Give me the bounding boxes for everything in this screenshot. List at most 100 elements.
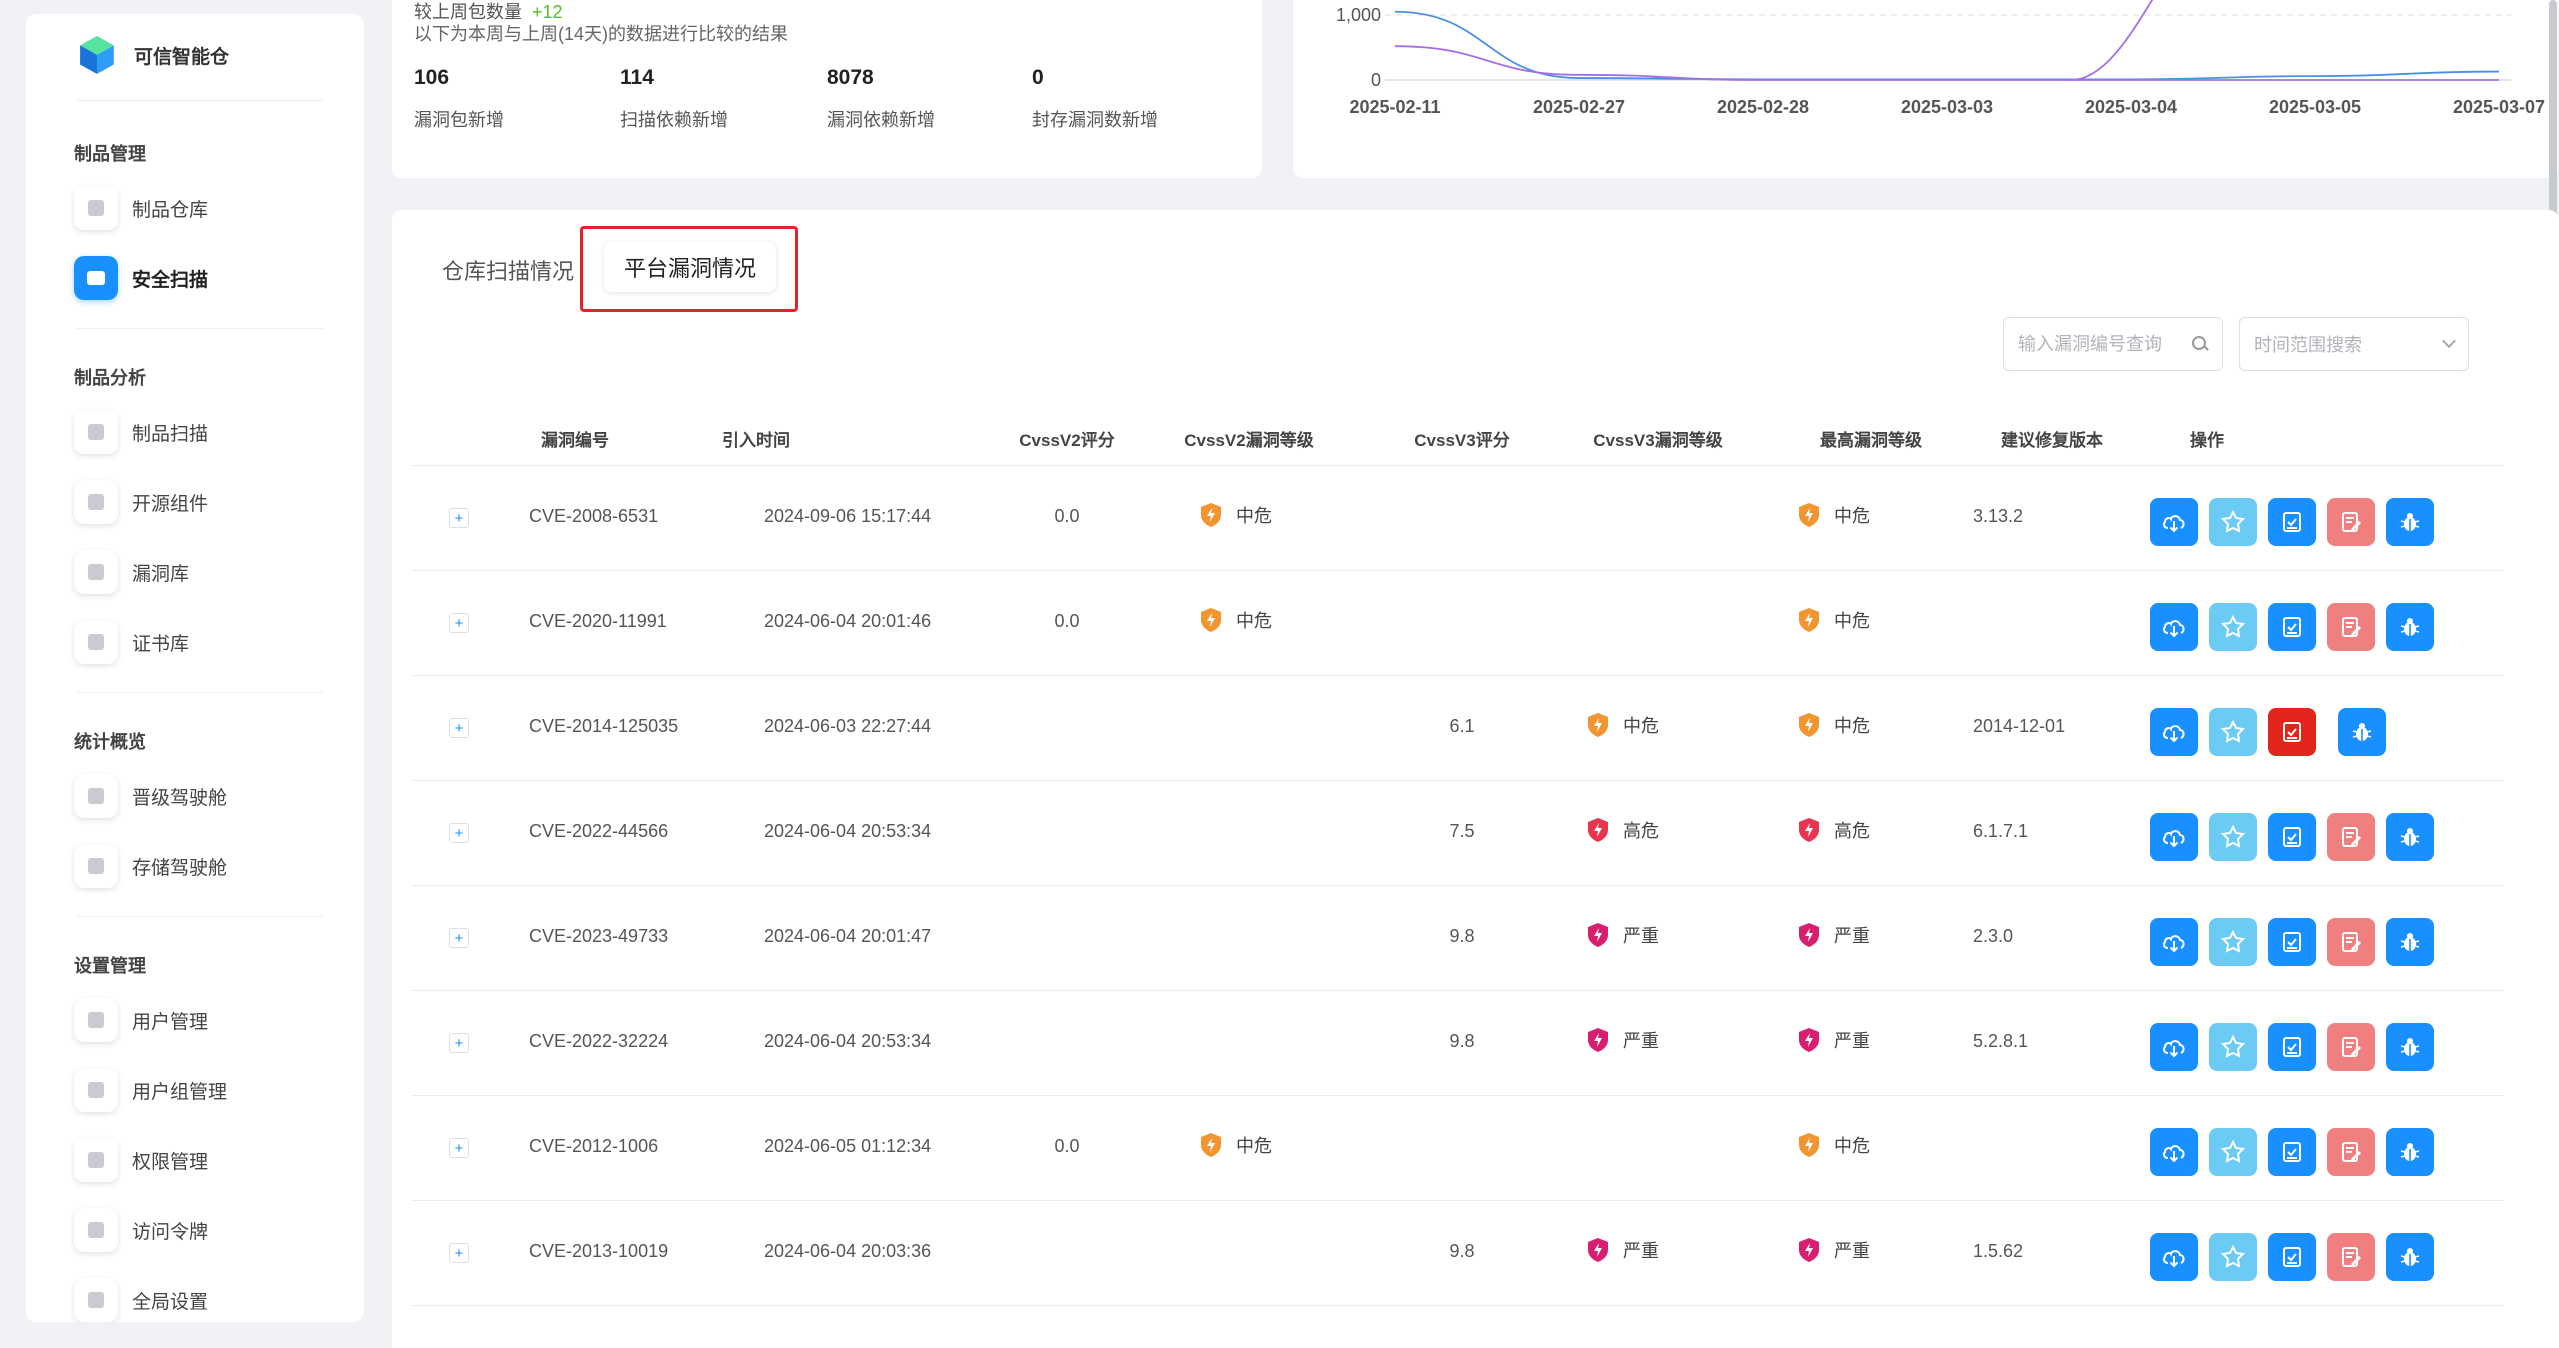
sidebar-item[interactable]: 访问令牌 [74,1206,314,1254]
edit-document-button[interactable] [2327,1128,2375,1176]
download-cloud-button[interactable] [2150,708,2198,756]
bug-button[interactable] [2386,1233,2434,1281]
review-check-button[interactable] [2268,708,2316,756]
metric-sealed-vulns: 0 封存漏洞数新增 [1032,66,1158,132]
expand-row-button[interactable]: + [449,823,469,843]
table-row[interactable]: + CVE-2023-49733 2024-06-04 20:01:47 9.8… [412,886,2504,991]
search-icon[interactable] [2192,336,2208,352]
table-row[interactable]: + CVE-2022-32224 2024-06-04 20:53:34 9.8… [412,991,2504,1096]
permission-icon [74,1138,118,1182]
download-cloud-button[interactable] [2150,813,2198,861]
star-button[interactable] [2209,498,2257,546]
vuln-id[interactable]: CVE-2022-32224 [529,1031,668,1052]
sidebar-item[interactable]: 晋级驾驶舱 [74,772,314,820]
table-row[interactable]: + CVE-2013-10019 2024-06-04 20:03:36 9.8… [412,1201,2504,1306]
review-check-button[interactable] [2268,498,2316,546]
review-check-button[interactable] [2268,1233,2316,1281]
review-check-button[interactable] [2268,813,2316,861]
sidebar-item[interactable]: 开源组件 [74,478,314,526]
expand-row-button[interactable]: + [449,718,469,738]
sidebar-group-title: 设置管理 [74,956,146,976]
star-button[interactable] [2209,813,2257,861]
vuln-id[interactable]: CVE-2008-6531 [529,506,658,527]
sidebar-item[interactable]: 制品扫描 [74,408,314,456]
th-vuln-id[interactable]: 漏洞编号 [541,426,609,451]
max-level: 严重 [1798,1237,1870,1263]
th-intro-time[interactable]: 引入时间 [722,426,790,451]
bug-button[interactable] [2338,708,2386,756]
sidebar-item[interactable]: 证书库 [74,618,314,666]
download-cloud-button[interactable] [2150,1128,2198,1176]
table-row[interactable]: + CVE-2020-11991 2024-06-04 20:01:46 0.0… [412,571,2504,676]
sidebar-item[interactable]: 安全扫描 [74,254,314,302]
vuln-id[interactable]: CVE-2020-11991 [529,611,667,632]
vuln-id[interactable]: CVE-2023-49733 [529,926,668,947]
th-cvss-v2-score[interactable]: CvssV2评分 [1019,426,1114,451]
series-line [1394,45,2499,81]
cvss-v3-level: 严重 [1587,1237,1659,1263]
date-range-select[interactable]: 时间范围搜索 [2239,317,2469,371]
sidebar-item[interactable]: 权限管理 [74,1136,314,1184]
bug-button[interactable] [2386,603,2434,651]
vuln-search[interactable] [2003,317,2223,371]
table-row[interactable]: + CVE-2022-44566 2024-06-04 20:53:34 7.5… [412,781,2504,886]
edit-document-button[interactable] [2327,1023,2375,1071]
star-button[interactable] [2209,918,2257,966]
table-row[interactable]: + CVE-2012-1006 2024-06-05 01:12:34 0.0 … [412,1096,2504,1201]
star-button[interactable] [2209,1128,2257,1176]
max-level: 严重 [1798,1027,1870,1053]
review-check-button[interactable] [2268,918,2316,966]
sidebar-item[interactable]: 全局设置 [74,1276,314,1322]
expand-row-button[interactable]: + [449,928,469,948]
th-cvss-v2-level[interactable]: CvssV2漏洞等级 [1184,426,1313,451]
bug-button[interactable] [2386,1023,2434,1071]
star-button[interactable] [2209,708,2257,756]
edit-document-button[interactable] [2327,918,2375,966]
vuln-id[interactable]: CVE-2013-10019 [529,1241,668,1262]
th-cvss-v3-score[interactable]: CvssV3评分 [1414,426,1509,451]
star-button[interactable] [2209,1023,2257,1071]
cvss-v3-score: 6.1 [1449,716,1475,736]
sidebar-item[interactable]: 用户组管理 [74,1066,314,1114]
edit-document-button[interactable] [2327,498,2375,546]
expand-row-button[interactable]: + [449,613,469,633]
brand[interactable]: 可信智能仓 [76,34,229,76]
sidebar-item[interactable]: 漏洞库 [74,548,314,596]
vuln-search-input[interactable] [2018,333,2192,355]
tab-platform-vulns[interactable]: 平台漏洞情况 [604,242,776,292]
sidebar-item[interactable]: 用户管理 [74,996,314,1044]
th-max-level[interactable]: 最高漏洞等级 [1820,426,1922,451]
star-button[interactable] [2209,1233,2257,1281]
edit-document-button[interactable] [2327,1233,2375,1281]
th-fix-version[interactable]: 建议修复版本 [2001,426,2103,451]
download-cloud-button[interactable] [2150,498,2198,546]
expand-row-button[interactable]: + [449,1138,469,1158]
review-check-button[interactable] [2268,1128,2316,1176]
table-row[interactable]: + CVE-2008-6531 2024-09-06 15:17:44 0.0 … [412,466,2504,571]
download-cloud-button[interactable] [2150,1233,2198,1281]
review-check-button[interactable] [2268,1023,2316,1071]
download-cloud-button[interactable] [2150,918,2198,966]
bug-button[interactable] [2386,498,2434,546]
th-cvss-v3-level[interactable]: CvssV3漏洞等级 [1593,426,1722,451]
download-cloud-button[interactable] [2150,603,2198,651]
sidebar-item[interactable]: 制品仓库 [74,184,314,232]
vuln-id[interactable]: CVE-2014-125035 [529,716,678,737]
expand-row-button[interactable]: + [449,508,469,528]
bug-button[interactable] [2386,918,2434,966]
expand-row-button[interactable]: + [449,1243,469,1263]
vuln-id[interactable]: CVE-2022-44566 [529,821,668,842]
edit-document-button[interactable] [2327,813,2375,861]
bug-button[interactable] [2386,813,2434,861]
download-cloud-button[interactable] [2150,1023,2198,1071]
expand-row-button[interactable]: + [449,1033,469,1053]
review-check-button[interactable] [2268,603,2316,651]
table-row[interactable]: + CVE-2014-125035 2024-06-03 22:27:44 6.… [412,676,2504,781]
star-button[interactable] [2209,603,2257,651]
sidebar-item[interactable]: 存储驾驶舱 [74,842,314,890]
tab-repo-scan[interactable]: 仓库扫描情况 [442,254,574,286]
vuln-id[interactable]: CVE-2012-1006 [529,1136,658,1157]
bug-button[interactable] [2386,1128,2434,1176]
certificate-icon [74,620,118,664]
edit-document-button[interactable] [2327,603,2375,651]
